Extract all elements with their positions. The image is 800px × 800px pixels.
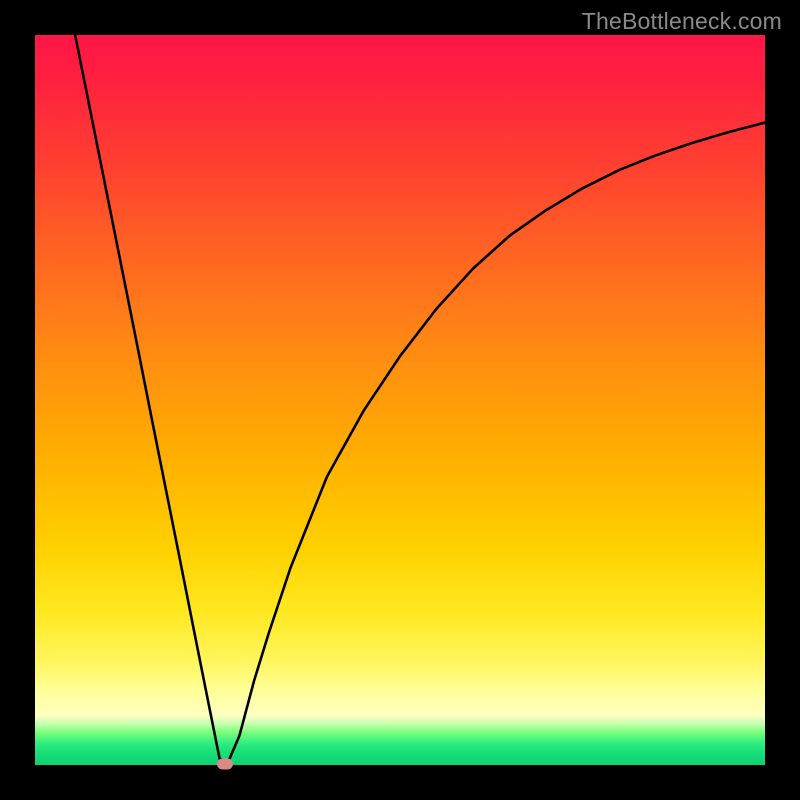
- outer-frame: TheBottleneck.com: [0, 0, 800, 800]
- bottleneck-curve: [75, 35, 765, 761]
- curve-svg: [35, 35, 765, 765]
- watermark-text: TheBottleneck.com: [582, 8, 782, 35]
- plot-area: [35, 35, 765, 765]
- optimum-marker: [217, 758, 233, 769]
